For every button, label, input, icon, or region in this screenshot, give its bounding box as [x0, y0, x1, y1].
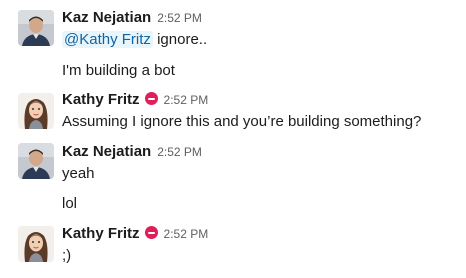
message-header: Kathy Fritz 2:52 PM	[62, 90, 208, 110]
author-name[interactable]: Kaz Nejatian	[62, 143, 151, 160]
message-text: yeah	[62, 165, 95, 182]
timestamp[interactable]: 2:52 PM	[157, 11, 202, 25]
timestamp[interactable]: 2:52 PM	[157, 145, 202, 159]
message-line: @Kathy Fritz ignore..	[62, 30, 207, 50]
message-text: lol	[62, 195, 78, 212]
do-not-disturb-icon	[144, 226, 158, 239]
message-line: I'm building a bot	[62, 61, 175, 81]
avatar[interactable]	[18, 93, 54, 129]
timestamp[interactable]: 2:52 PM	[164, 93, 209, 107]
user-mention[interactable]: @Kathy Fritz	[62, 31, 153, 48]
message-line: ;)	[62, 246, 71, 266]
avatar[interactable]	[18, 226, 54, 262]
message-line: lol	[62, 194, 77, 214]
author-name[interactable]: Kathy Fritz	[62, 91, 140, 108]
message-text: ;)	[62, 247, 72, 264]
message-line: yeah	[62, 164, 95, 184]
avatar[interactable]	[18, 10, 54, 46]
message-line: Assuming I ignore this and you’re buildi…	[62, 112, 421, 132]
author-name[interactable]: Kaz Nejatian	[62, 9, 151, 26]
message-header: Kaz Nejatian 2:52 PM	[62, 142, 202, 162]
message-text: Assuming I ignore this and you’re buildi…	[62, 113, 422, 130]
do-not-disturb-icon	[144, 92, 158, 105]
message-header: Kathy Fritz 2:52 PM	[62, 224, 208, 244]
avatar[interactable]	[18, 143, 54, 179]
author-name[interactable]: Kathy Fritz	[62, 225, 140, 242]
message-text: I'm building a bot	[62, 62, 175, 79]
timestamp[interactable]: 2:52 PM	[164, 227, 209, 241]
message-header: Kaz Nejatian 2:52 PM	[62, 8, 202, 28]
message-text: ignore..	[152, 31, 208, 48]
